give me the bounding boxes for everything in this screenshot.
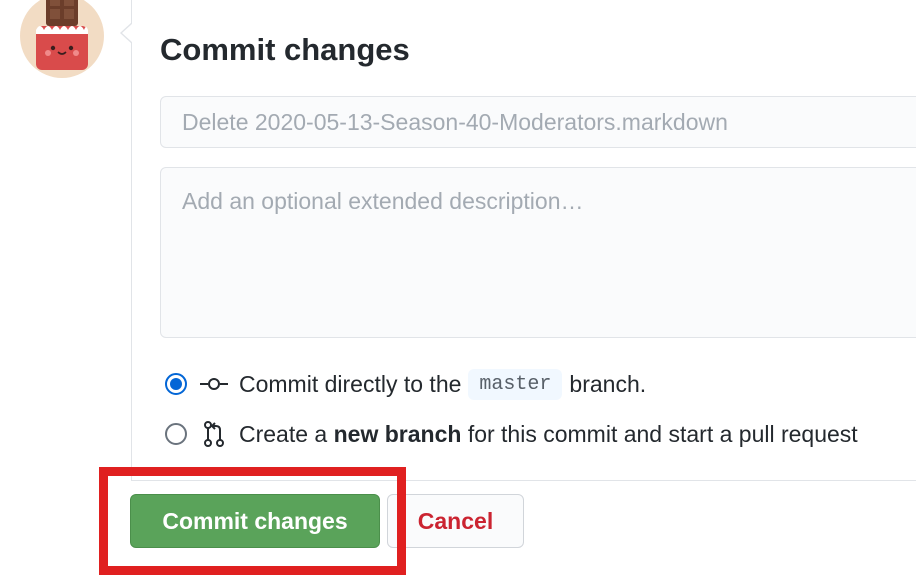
commit-directly-option[interactable]: Commit directly to the master branch. [165, 366, 646, 402]
new-branch-option[interactable]: Create a new branch for this commit and … [165, 416, 858, 452]
commit-title: Commit changes [160, 32, 410, 67]
avatar[interactable] [20, 0, 104, 78]
git-pull-request-icon [199, 421, 229, 447]
panel-caret-inner [122, 23, 133, 43]
new-branch-radio[interactable] [165, 423, 187, 445]
commit-directly-text-after: branch. [569, 370, 647, 397]
commit-changes-button[interactable]: Commit changes [130, 494, 380, 548]
new-branch-text-before: Create a [239, 420, 328, 447]
commit-summary-input[interactable] [160, 96, 916, 148]
branch-name: master [468, 368, 563, 400]
commit-directly-radio[interactable] [165, 373, 187, 395]
new-branch-bold: new branch [333, 420, 462, 447]
chocolate-bar-icon [36, 0, 88, 70]
new-branch-text-after: for this commit and start a pull request [467, 420, 858, 447]
git-commit-icon [199, 372, 229, 396]
commit-description-textarea[interactable] [160, 167, 916, 338]
commit-directly-text: Commit directly to the [239, 370, 462, 397]
cancel-button[interactable]: Cancel [387, 494, 524, 548]
